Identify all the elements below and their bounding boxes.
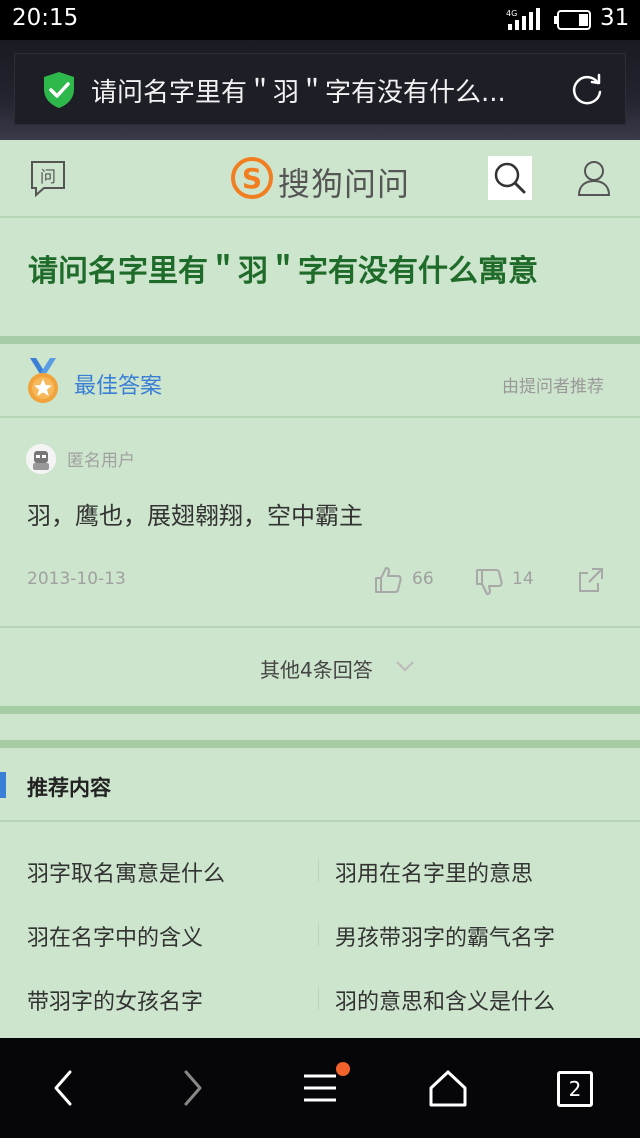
divider [0, 740, 640, 748]
shield-check-icon [44, 72, 74, 108]
recommended-link[interactable]: 羽用在名字里的意思 [335, 856, 533, 888]
other-answers-label: 其他4条回答 [260, 658, 373, 682]
network-type-label: 4G [506, 9, 517, 18]
ask-icon-glyph: 问 [40, 167, 56, 186]
logo-text: 搜狗问问 [278, 165, 411, 203]
recommended-title: 推荐内容 [27, 776, 111, 800]
home-icon[interactable] [428, 1068, 468, 1108]
user-icon[interactable] [574, 158, 614, 198]
browser-bottom-nav: 2 [0, 1038, 640, 1138]
status-time: 20:15 [12, 5, 79, 31]
back-icon[interactable] [44, 1068, 84, 1108]
signal-icon: 4G [506, 8, 540, 30]
thumbs-up-icon[interactable] [373, 565, 403, 595]
column-divider [318, 924, 319, 946]
answer-text: 羽，鹰也，展翅翱翔，空中霸主 [27, 502, 363, 530]
answer-username[interactable]: 匿名用户 [67, 446, 135, 471]
recommended-link[interactable]: 男孩带羽字的霸气名字 [335, 920, 555, 952]
avatar[interactable] [26, 444, 56, 474]
address-bar[interactable]: 请问名字里有＂羽＂字有没有什么... [14, 53, 626, 125]
answer-date: 2013-10-13 [27, 569, 126, 589]
chevron-down-icon [396, 661, 414, 672]
divider [0, 706, 640, 714]
tabs-button[interactable]: 2 [557, 1071, 593, 1107]
battery-icon [554, 10, 591, 30]
divider [0, 336, 640, 344]
browser-toolbar: 请问名字里有＂羽＂字有没有什么... [0, 40, 640, 140]
anonymous-avatar-icon [26, 444, 56, 474]
recommended-link[interactable]: 羽字取名寓意是什么 [27, 856, 225, 888]
section-accent-bar [0, 772, 6, 798]
web-page: 问 S 搜狗问问 请问名字里有＂羽＂字有没有什么寓意 最佳答案 由提问者推荐 匿… [0, 140, 640, 1038]
status-bar: 20:15 4G 31 [0, 0, 640, 40]
question-title: 请问名字里有＂羽＂字有没有什么寓意 [28, 254, 538, 289]
best-answer-label: 最佳答案 [74, 374, 163, 399]
sogou-logo-icon: S [231, 157, 273, 199]
notification-dot [336, 1062, 350, 1076]
medal-icon [28, 358, 58, 403]
ask-question-icon[interactable]: 问 [30, 160, 66, 198]
recommended-link[interactable]: 带羽字的女孩名字 [27, 984, 203, 1016]
recommended-section-header: 推荐内容 [0, 750, 640, 822]
other-answers-button[interactable]: 其他4条回答 [0, 626, 640, 704]
best-answer-header: 最佳答案 由提问者推荐 [0, 346, 640, 418]
site-header: 问 S 搜狗问问 [0, 140, 640, 218]
like-count: 66 [412, 569, 434, 589]
recommended-by-label: 由提问者推荐 [502, 377, 604, 397]
dislike-count: 14 [512, 569, 534, 589]
phone-screen: 20:15 4G 31 请问名字里有＂羽＂字有没有什么... 问 S 搜狗问问 … [0, 0, 640, 1138]
search-icon [494, 162, 526, 194]
menu-icon[interactable] [300, 1068, 340, 1108]
recommended-link[interactable]: 羽的意思和含义是什么 [335, 984, 555, 1016]
search-button[interactable] [488, 156, 532, 200]
share-icon[interactable] [576, 565, 606, 595]
site-logo[interactable]: S 搜狗问问 [230, 156, 411, 203]
refresh-icon[interactable] [569, 72, 605, 108]
svg-text:S: S [242, 162, 262, 195]
thumbs-down-icon[interactable] [474, 567, 504, 597]
url-title: 请问名字里有＂羽＂字有没有什么... [91, 78, 506, 108]
battery-level: 31 [600, 5, 630, 31]
forward-icon[interactable] [172, 1068, 212, 1108]
column-divider [318, 988, 319, 1010]
recommended-link[interactable]: 羽在名字中的含义 [27, 920, 203, 952]
column-divider [318, 860, 319, 882]
